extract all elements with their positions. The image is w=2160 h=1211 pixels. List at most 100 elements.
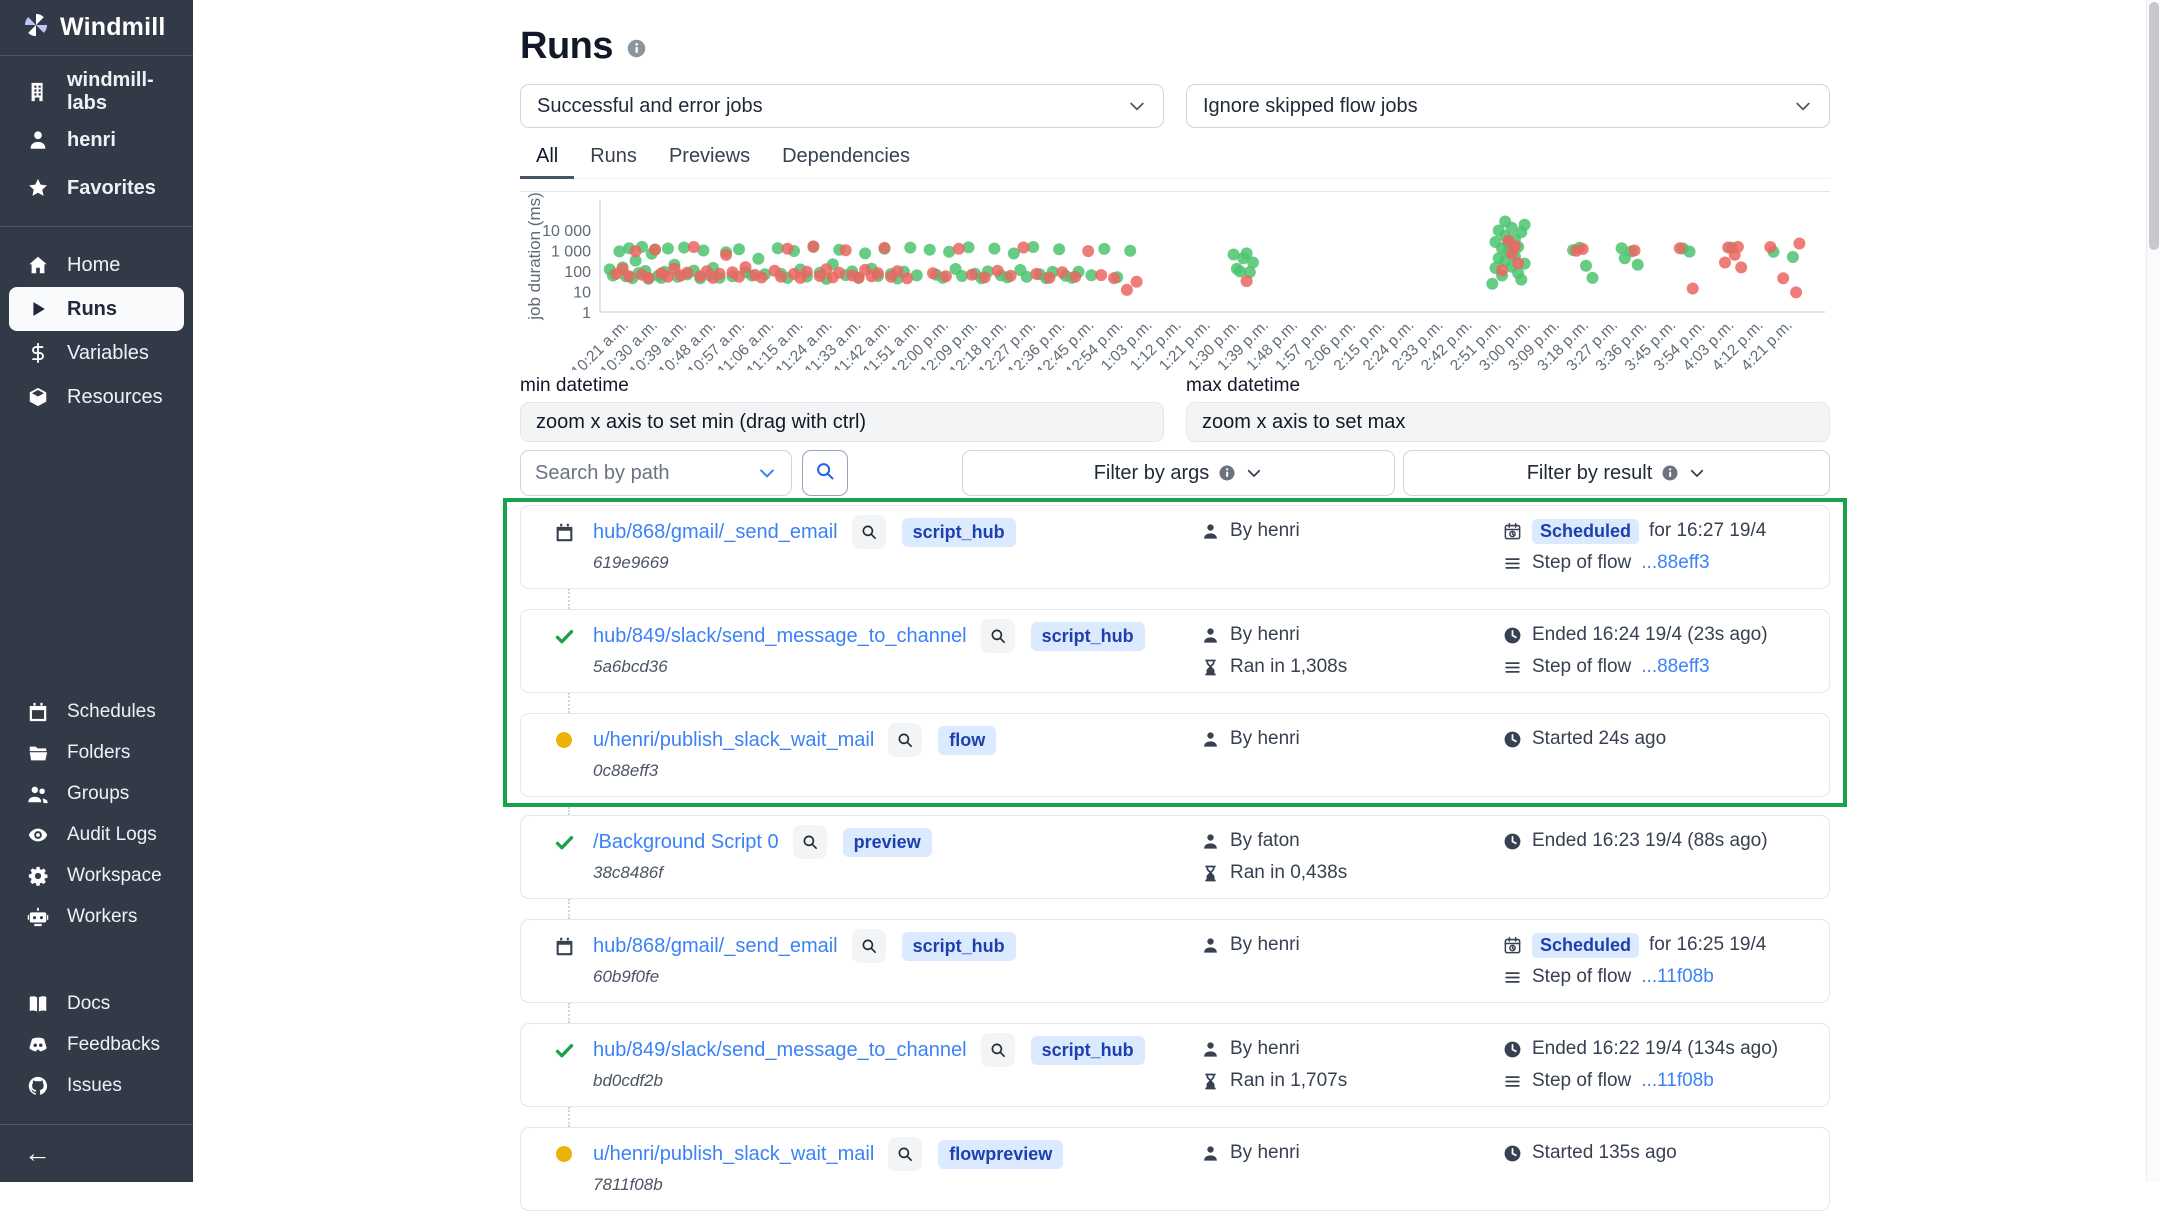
run-point-error[interactable]: [720, 249, 732, 261]
run-point-success[interactable]: [662, 243, 674, 255]
run-point-error[interactable]: [775, 271, 787, 283]
vertical-scrollbar[interactable]: [2146, 0, 2160, 1182]
run-point-error[interactable]: [1793, 238, 1805, 250]
sidebar-item-henri[interactable]: henri: [0, 116, 193, 164]
run-point-error[interactable]: [1082, 245, 1094, 257]
run-point-error[interactable]: [801, 266, 813, 278]
sidebar-item-groups[interactable]: Groups: [0, 773, 193, 814]
inspect-run-button[interactable]: [888, 723, 922, 757]
collapse-sidebar-arrow-icon[interactable]: ←: [24, 1138, 51, 1169]
tab-all[interactable]: All: [520, 140, 574, 179]
sidebar-item-workers[interactable]: Workers: [0, 896, 193, 937]
run-point-error[interactable]: [1496, 264, 1508, 276]
sidebar-item-folders[interactable]: Folders: [0, 732, 193, 773]
search-button[interactable]: [802, 450, 848, 496]
run-point-error[interactable]: [940, 270, 952, 282]
run-point-error[interactable]: [1735, 261, 1747, 273]
tab-runs[interactable]: Runs: [574, 140, 653, 179]
sidebar-item-issues[interactable]: Issues: [0, 1065, 193, 1106]
sidebar-item-home[interactable]: Home: [0, 243, 193, 287]
run-point-error[interactable]: [840, 244, 852, 256]
run-point-error[interactable]: [1131, 276, 1143, 288]
run-point-error[interactable]: [681, 267, 693, 279]
run-point-error[interactable]: [807, 240, 819, 252]
run-point-error[interactable]: [1043, 272, 1055, 284]
parent-flow-link[interactable]: ...88eff3: [1641, 552, 1709, 574]
run-point-success[interactable]: [1787, 251, 1799, 263]
run-point-error[interactable]: [740, 261, 752, 273]
run-point-error[interactable]: [927, 267, 939, 279]
run-point-error[interactable]: [966, 269, 978, 281]
run-point-error[interactable]: [953, 243, 965, 255]
run-point-error[interactable]: [1790, 286, 1802, 298]
run-point-error[interactable]: [1777, 272, 1789, 284]
run-point-error[interactable]: [1577, 243, 1589, 255]
run-point-error[interactable]: [1095, 269, 1107, 281]
sidebar-item-resources[interactable]: Resources: [0, 375, 193, 419]
run-row[interactable]: u/henri/publish_slack_wait_mailflow0c88e…: [520, 713, 1830, 797]
run-point-success[interactable]: [1587, 272, 1599, 284]
sidebar-item-runs[interactable]: Runs: [9, 287, 184, 331]
sidebar-item-docs[interactable]: Docs: [0, 983, 193, 1024]
run-point-success[interactable]: [1247, 257, 1259, 269]
filter-by-result-button[interactable]: Filter by result: [1403, 450, 1830, 496]
tab-dependencies[interactable]: Dependencies: [766, 140, 926, 179]
run-point-error[interactable]: [1732, 241, 1744, 253]
scatter-plot-svg[interactable]: 10 0001 000100101job duration (ms)10:21 …: [520, 192, 1830, 370]
run-point-error[interactable]: [879, 242, 891, 254]
inspect-run-button[interactable]: [793, 825, 827, 859]
run-point-error[interactable]: [1719, 257, 1731, 269]
run-point-success[interactable]: [1124, 245, 1136, 257]
run-point-success[interactable]: [859, 247, 871, 259]
run-point-error[interactable]: [1674, 242, 1686, 254]
run-point-success[interactable]: [1515, 274, 1527, 286]
sidebar-item-audit-logs[interactable]: Audit Logs: [0, 814, 193, 855]
run-point-error[interactable]: [1687, 283, 1699, 295]
run-path-link[interactable]: hub/849/slack/send_message_to_channel: [593, 625, 967, 648]
run-point-success[interactable]: [1632, 259, 1644, 271]
sidebar-item-variables[interactable]: Variables: [0, 331, 193, 375]
filter-by-args-button[interactable]: Filter by args: [962, 450, 1395, 496]
run-path-link[interactable]: hub/868/gmail/_send_email: [593, 521, 838, 544]
run-point-error[interactable]: [992, 265, 1004, 277]
run-point-error[interactable]: [688, 241, 700, 253]
run-point-error[interactable]: [1629, 245, 1641, 257]
run-row[interactable]: /Background Script 0preview38c8486fBy fa…: [520, 815, 1830, 899]
inspect-run-button[interactable]: [888, 1137, 922, 1171]
run-point-error[interactable]: [1121, 284, 1133, 296]
duration-scatter-chart[interactable]: 10 0001 000100101job duration (ms)10:21 …: [520, 191, 1830, 369]
run-point-error[interactable]: [1056, 266, 1068, 278]
run-point-success[interactable]: [904, 242, 916, 254]
run-path-link[interactable]: u/henri/publish_slack_wait_mail: [593, 1143, 874, 1166]
run-row[interactable]: hub/849/slack/send_message_to_channelscr…: [520, 1023, 1830, 1107]
app-logo[interactable]: Windmill: [0, 0, 193, 56]
min-datetime-input[interactable]: zoom x axis to set min (drag with ctrl): [520, 402, 1164, 442]
run-point-success[interactable]: [733, 243, 745, 255]
inspect-run-button[interactable]: [981, 619, 1015, 653]
run-point-success[interactable]: [752, 253, 764, 265]
run-point-success[interactable]: [1519, 219, 1531, 231]
run-point-error[interactable]: [1018, 242, 1030, 254]
run-point-error[interactable]: [872, 267, 884, 279]
run-point-error[interactable]: [643, 272, 655, 284]
run-point-error[interactable]: [782, 243, 794, 255]
run-path-link[interactable]: hub/849/slack/send_message_to_channel: [593, 1039, 967, 1062]
run-row[interactable]: hub/868/gmail/_send_emailscript_hub619e9…: [520, 505, 1830, 589]
run-point-error[interactable]: [1241, 275, 1253, 287]
parent-flow-link[interactable]: ...11f08b: [1641, 1070, 1714, 1092]
sidebar-item-windmill-labs[interactable]: windmill-labs: [0, 68, 193, 116]
sidebar-item-favorites[interactable]: Favorites: [0, 164, 193, 212]
max-datetime-input[interactable]: zoom x axis to set max: [1186, 402, 1830, 442]
run-path-link[interactable]: u/henri/publish_slack_wait_mail: [593, 729, 874, 752]
run-row[interactable]: hub/849/slack/send_message_to_channelscr…: [520, 609, 1830, 693]
run-point-error[interactable]: [833, 267, 845, 279]
run-point-success[interactable]: [1486, 278, 1498, 290]
run-point-error[interactable]: [1108, 272, 1120, 284]
scrollbar-thumb[interactable]: [2149, 2, 2159, 250]
tab-previews[interactable]: Previews: [653, 140, 766, 179]
inspect-run-button[interactable]: [852, 515, 886, 549]
run-point-error[interactable]: [1005, 270, 1017, 282]
run-row[interactable]: u/henri/publish_slack_wait_mailflowprevi…: [520, 1127, 1830, 1211]
sidebar-item-feedbacks[interactable]: Feedbacks: [0, 1024, 193, 1065]
run-point-error[interactable]: [1509, 240, 1521, 252]
